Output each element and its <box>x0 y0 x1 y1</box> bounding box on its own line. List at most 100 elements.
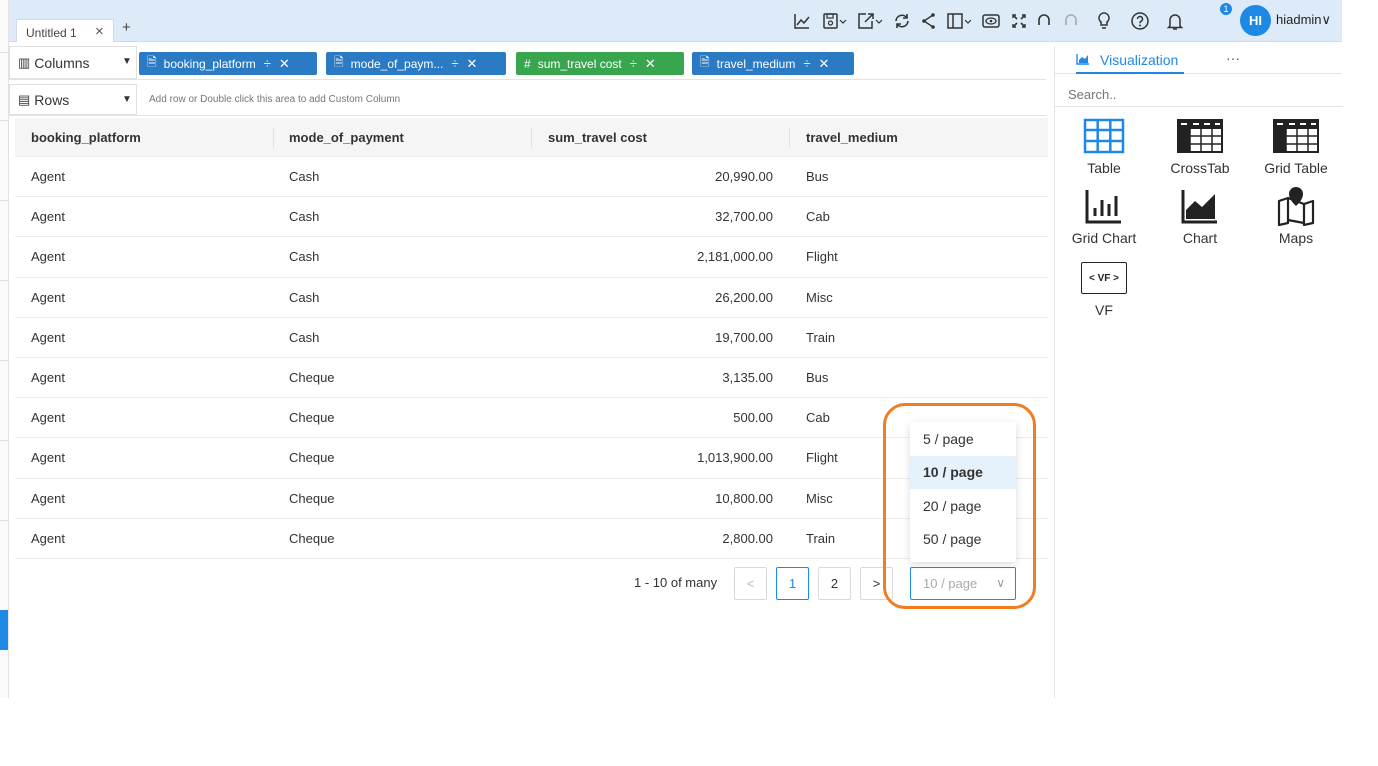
table-row[interactable]: Agent Cheque 3,135.00 Bus <box>15 358 1048 399</box>
report-tab[interactable]: Untitled 1 × <box>16 19 114 42</box>
grid-table-icon <box>1248 116 1344 156</box>
viz-search-input[interactable] <box>1055 76 1343 107</box>
viz-vf-label: VF <box>1095 302 1113 318</box>
page-size-option[interactable]: 50 / page <box>910 523 1016 557</box>
vf-icon: < VF > <box>1056 258 1152 298</box>
nav-divider <box>0 52 8 53</box>
column-header[interactable]: sum_travel cost <box>548 130 647 145</box>
caret-down-icon[interactable]: ▼ <box>122 56 132 67</box>
page-1-button[interactable]: 1 <box>776 567 809 600</box>
move-icon[interactable]: ÷ <box>451 56 458 71</box>
user-menu[interactable]: hiadmin∨ <box>1276 12 1331 28</box>
fullscreen-icon[interactable] <box>1006 8 1032 34</box>
rows-hint: Add row or Double click this area to add… <box>149 94 401 105</box>
table-row[interactable]: Agent Cash 26,200.00 Misc <box>15 278 1048 318</box>
line-chart-icon[interactable] <box>786 8 818 34</box>
help-icon[interactable] <box>1122 8 1158 34</box>
table-row[interactable]: Agent Cheque 10,800.00 Misc <box>15 479 1048 519</box>
columns-label: Columns <box>34 54 90 71</box>
viz-vf[interactable]: < VF > VF <box>1056 258 1152 318</box>
pagination-total: 1 - 10 of many <box>634 575 718 590</box>
table-row[interactable]: Agent Cash 2,181,000.00 Flight <box>15 237 1048 278</box>
page-size-option-selected[interactable]: 10 / page <box>910 455 1016 489</box>
viz-maps[interactable]: Maps <box>1248 186 1344 246</box>
caret-down-icon[interactable]: ▼ <box>122 94 132 105</box>
table-row[interactable]: Agent Cheque 1,013,900.00 Flight <box>15 438 1048 479</box>
app-root: Untitled 1 × + 1 HI hiadmin∨ ▥ Columns ▼… <box>0 0 1378 766</box>
move-icon[interactable]: ÷ <box>264 56 271 71</box>
table-cell: Cheque <box>289 490 335 506</box>
table-cell: 1,013,900.00 <box>697 450 773 466</box>
bell-icon[interactable] <box>1158 8 1192 34</box>
layout-icon[interactable] <box>942 8 976 34</box>
pill-travel-medium[interactable]: 🗎 travel_medium ÷ ✕ <box>692 52 854 75</box>
rows-shelf[interactable]: ▤ Rows ▼ Add row or Double click this ar… <box>9 84 1046 116</box>
lightbulb-icon[interactable] <box>1086 8 1122 34</box>
viz-chart[interactable]: Chart <box>1152 186 1248 246</box>
viz-grid-chart[interactable]: Grid Chart <box>1056 186 1152 246</box>
rows-shelf-label[interactable]: ▤ Rows ▼ <box>9 84 137 115</box>
column-divider[interactable] <box>789 128 790 148</box>
area-chart-icon <box>1152 186 1248 226</box>
columns-shelf[interactable]: ▥ Columns ▼ 🗎 booking_platform ÷ ✕ 🗎 mod… <box>9 46 1046 80</box>
tab-visualization[interactable]: Visualization <box>1076 52 1178 68</box>
page-size-value: 10 / page <box>923 576 978 591</box>
share-icon[interactable] <box>916 8 942 34</box>
column-header[interactable]: mode_of_payment <box>289 130 404 145</box>
undo-icon[interactable] <box>1032 8 1056 34</box>
close-icon[interactable]: × <box>95 23 104 40</box>
page-size-option[interactable]: 5 / page <box>910 422 1016 456</box>
avatar[interactable]: HI <box>1240 5 1271 36</box>
move-icon[interactable]: ÷ <box>803 56 810 71</box>
export-icon[interactable] <box>852 8 888 34</box>
vf-icon-text: < VF > <box>1081 262 1127 294</box>
more-icon[interactable]: ··· <box>1226 50 1240 66</box>
prev-page-button[interactable]: < <box>734 567 767 600</box>
columns-shelf-label[interactable]: ▥ Columns ▼ <box>9 46 137 79</box>
next-page-button[interactable]: > <box>860 567 893 600</box>
close-icon[interactable]: ✕ <box>819 56 830 72</box>
pill-mode-of-payment[interactable]: 🗎 mode_of_paym... ÷ ✕ <box>326 52 506 75</box>
column-divider[interactable] <box>273 128 274 148</box>
table-body: Agent Cash 20,990.00 Bus Agent Cash 32,700.00 C… <box>15 157 1048 559</box>
table-cell: Agent <box>31 530 65 546</box>
table-row[interactable]: Agent Cheque 2,800.00 Train <box>15 519 1048 559</box>
page-size-select[interactable]: 10 / page ∨ <box>910 567 1016 600</box>
columns-icon: ▥ <box>18 54 31 70</box>
table-cell: Bus <box>806 369 829 385</box>
page-size-option[interactable]: 20 / page <box>910 489 1016 523</box>
close-icon[interactable]: ✕ <box>279 56 290 72</box>
column-header[interactable]: travel_medium <box>806 130 898 145</box>
column-divider[interactable] <box>531 128 532 148</box>
move-icon[interactable]: ÷ <box>630 56 637 71</box>
viz-table[interactable]: Table <box>1056 116 1152 176</box>
pill-sum-travel-cost[interactable]: # sum_travel cost ÷ ✕ <box>516 52 684 75</box>
table-cell: Cheque <box>289 410 335 426</box>
table-row[interactable]: Agent Cash 19,700.00 Train <box>15 318 1048 358</box>
add-tab-icon[interactable]: + <box>122 19 131 36</box>
viz-grid-table[interactable]: Grid Table <box>1248 116 1344 176</box>
table-cell: Agent <box>31 450 65 466</box>
table-cell: Flight <box>806 450 838 466</box>
table-cell: Agent <box>31 249 65 265</box>
redo-icon[interactable] <box>1056 8 1086 34</box>
table-row[interactable]: Agent Cash 32,700.00 Cab <box>15 197 1048 238</box>
table-row[interactable]: Agent Cash 20,990.00 Bus <box>15 157 1048 198</box>
viz-crosstab[interactable]: CrossTab <box>1152 116 1248 176</box>
table-icon <box>1056 116 1152 156</box>
table-cell: Agent <box>31 289 65 305</box>
save-icon[interactable] <box>818 8 852 34</box>
viz-chart-label: Chart <box>1182 230 1218 246</box>
table-cell: Train <box>806 530 836 546</box>
nav-active-indicator[interactable] <box>0 610 8 650</box>
column-header[interactable]: booking_platform <box>31 130 141 145</box>
table-row[interactable]: Agent Cheque 500.00 Cab <box>15 398 1048 439</box>
page-2-button[interactable]: 2 <box>818 567 851 600</box>
table-cell: Agent <box>31 329 65 345</box>
refresh-icon[interactable] <box>888 8 916 34</box>
preview-icon[interactable] <box>976 8 1006 34</box>
close-icon[interactable]: ✕ <box>645 56 656 72</box>
pill-booking-platform[interactable]: 🗎 booking_platform ÷ ✕ <box>139 52 317 75</box>
table-cell: 19,700.00 <box>715 329 773 345</box>
close-icon[interactable]: ✕ <box>467 56 478 72</box>
